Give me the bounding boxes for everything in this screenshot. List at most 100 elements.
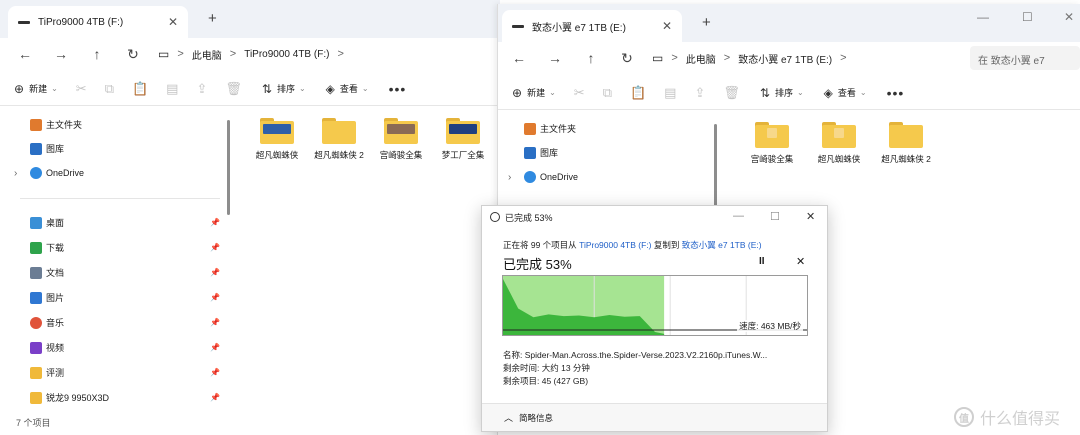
copy-icon[interactable]: ⧉ [603, 85, 612, 101]
navigation-pane: 主文件夹 图库 › OneDrive 桌面 📌 下载 📌 文档 📌 图片 📌 音… [0, 108, 230, 435]
copy-icon[interactable]: ⧉ [105, 81, 114, 97]
paste-icon[interactable]: 📋 [630, 85, 646, 101]
drive-icon [512, 24, 524, 28]
folder-item[interactable]: 宫崎骏全集 [373, 118, 429, 161]
copy-prefix: 正在将 99 个项目从 [503, 240, 577, 250]
sort-button[interactable]: ⇅ 排序 ⌄ [760, 86, 804, 100]
sidebar-item-gallery[interactable]: 图库 [30, 142, 220, 155]
new-button[interactable]: ⊕ 新建 ⌄ [512, 86, 556, 100]
tab-tipro9000[interactable]: TiPro9000 4TB (F:) ✕ [8, 6, 188, 38]
close-tab-icon[interactable]: ✕ [662, 19, 672, 33]
folder-item[interactable]: 超凡蜘蛛侠 2 [878, 122, 934, 165]
refresh-icon[interactable]: ↻ [120, 46, 146, 63]
sidebar-item-desktop[interactable]: 桌面 📌 [30, 216, 220, 229]
forward-icon[interactable]: → [48, 46, 74, 62]
sidebar-item-reviews[interactable]: 评测 📌 [30, 366, 220, 379]
new-button[interactable]: ⊕ 新建 ⌄ [14, 82, 58, 96]
folder-item[interactable]: 超凡蜘蛛侠 [249, 118, 305, 161]
breadcrumb[interactable]: ▭ > 此电脑 > TiPro9000 4TB (F:) > [158, 47, 352, 62]
paste-icon[interactable]: 📋 [132, 81, 148, 97]
less-details-toggle[interactable]: ︿ 简略信息 [482, 403, 827, 431]
breadcrumb-drive[interactable]: TiPro9000 4TB (F:) [244, 49, 329, 60]
breadcrumb-drive[interactable]: 致态小翼 e7 1TB (E:) [738, 51, 832, 66]
back-icon[interactable]: ← [506, 50, 532, 66]
maximize-button[interactable]: ☐ [1022, 10, 1033, 24]
dialog-maximize-button[interactable]: ☐ [770, 210, 780, 223]
sidebar-item-downloads[interactable]: 下载 📌 [30, 241, 220, 254]
breadcrumb[interactable]: ▭ > 此电脑 > 致态小翼 e7 1TB (E:) > [652, 51, 855, 66]
rename-icon[interactable]: ▤ [664, 85, 676, 101]
tab-zhitai-e7[interactable]: 致态小翼 e7 1TB (E:) ✕ [502, 10, 682, 42]
view-button[interactable]: ◈ 查看 ⌄ [824, 86, 867, 100]
pin-icon[interactable]: 📌 [210, 368, 220, 377]
chevron-right-icon: > [671, 52, 678, 64]
destination-link[interactable]: 致态小翼 e7 1TB (E:) [682, 240, 762, 250]
up-icon[interactable]: ↑ [578, 50, 604, 66]
folder-item[interactable]: 超凡蜘蛛侠 [811, 122, 867, 165]
sidebar-item-gallery[interactable]: 图库 [524, 146, 714, 159]
search-input[interactable]: 在 致态小翼 e7 [970, 46, 1080, 70]
pin-icon[interactable]: 📌 [210, 318, 220, 327]
up-icon[interactable]: ↑ [84, 46, 110, 62]
source-link[interactable]: TiPro9000 4TB (F:) [579, 240, 651, 250]
refresh-icon[interactable]: ↻ [614, 50, 640, 67]
minimize-button[interactable]: — [977, 10, 989, 24]
pin-icon[interactable]: 📌 [210, 393, 220, 402]
sidebar-item-home[interactable]: 主文件夹 [524, 122, 714, 135]
sidebar-scrollbar[interactable] [714, 124, 717, 212]
sort-button[interactable]: ⇅ 排序 ⌄ [262, 82, 306, 96]
status-bar-item-count: 7 个项目 [16, 418, 51, 428]
pause-button[interactable]: II [759, 256, 765, 267]
more-options-icon[interactable]: ••• [389, 81, 407, 97]
pin-icon[interactable]: 📌 [210, 218, 220, 227]
sidebar-scrollbar[interactable] [227, 120, 230, 215]
sidebar-item-music[interactable]: 音乐 📌 [30, 316, 220, 329]
view-button[interactable]: ◈ 查看 ⌄ [326, 82, 369, 96]
command-bar: ⊕ 新建 ⌄ ✂ ⧉ 📋 ▤ ⇪ 🗑 ⇅ 排序 ⌄ ◈ 查看 ⌄ ••• [0, 72, 500, 106]
transfer-speed: 速度: 463 MB/秒 [737, 320, 803, 332]
cancel-copy-button[interactable]: ✕ [796, 255, 805, 268]
cut-icon[interactable]: ✂ [574, 85, 585, 101]
new-tab-button[interactable]: + [208, 10, 217, 27]
close-window-button[interactable]: ✕ [1064, 10, 1074, 24]
sidebar-item-home[interactable]: 主文件夹 [30, 118, 220, 131]
view-label: 查看 [837, 88, 856, 98]
dialog-minimize-button[interactable]: — [733, 210, 744, 222]
breadcrumb-this-pc[interactable]: 此电脑 [192, 47, 222, 62]
share-icon[interactable]: ⇪ [694, 85, 705, 101]
copy-description: 正在将 99 个项目从 TiPro9000 4TB (F:) 复制到 致态小翼 … [503, 239, 762, 251]
delete-icon[interactable]: 🗑 [723, 85, 740, 101]
rename-icon[interactable]: ▤ [166, 81, 178, 97]
pin-icon[interactable]: 📌 [210, 343, 220, 352]
chevron-right-icon: > [840, 52, 847, 64]
folder-item[interactable]: 梦工厂全集 [435, 118, 491, 161]
sidebar-item-onedrive[interactable]: › OneDrive [508, 171, 714, 183]
folder-item[interactable]: 宫崎骏全集 [744, 122, 800, 165]
back-icon[interactable]: ← [12, 46, 38, 62]
pin-icon[interactable]: 📌 [210, 293, 220, 302]
time-remaining: 剩余时间: 大约 13 分钟 [503, 363, 590, 373]
breadcrumb-this-pc[interactable]: 此电脑 [686, 51, 716, 66]
cut-icon[interactable]: ✂ [76, 81, 87, 97]
close-tab-icon[interactable]: ✕ [168, 15, 178, 29]
folder-item[interactable]: 超凡蜘蛛侠 2 [311, 118, 367, 161]
forward-icon[interactable]: → [542, 50, 568, 66]
chevron-right-icon[interactable]: › [14, 168, 17, 179]
sidebar-item-ryzen[interactable]: 锐龙9 9950X3D 📌 [30, 391, 220, 404]
pin-icon[interactable]: 📌 [210, 243, 220, 252]
chevron-down-icon: ⌄ [51, 84, 58, 93]
new-tab-button[interactable]: + [702, 14, 711, 31]
folder-icon [889, 122, 923, 148]
pin-icon[interactable]: 📌 [210, 268, 220, 277]
sidebar-item-onedrive[interactable]: › OneDrive [14, 167, 220, 179]
dialog-close-button[interactable]: ✕ [806, 210, 815, 223]
chevron-right-icon[interactable]: › [508, 172, 511, 183]
share-icon[interactable]: ⇪ [196, 81, 207, 97]
sidebar-item-videos[interactable]: 视频 📌 [30, 341, 220, 354]
delete-icon[interactable]: 🗑 [225, 81, 242, 97]
sidebar-item-documents[interactable]: 文档 📌 [30, 266, 220, 279]
more-options-icon[interactable]: ••• [887, 85, 905, 101]
sidebar-item-pictures[interactable]: 图片 📌 [30, 291, 220, 304]
title-bar: TiPro9000 4TB (F:) ✕ + [0, 0, 500, 38]
monitor-icon: ▭ [158, 47, 170, 61]
